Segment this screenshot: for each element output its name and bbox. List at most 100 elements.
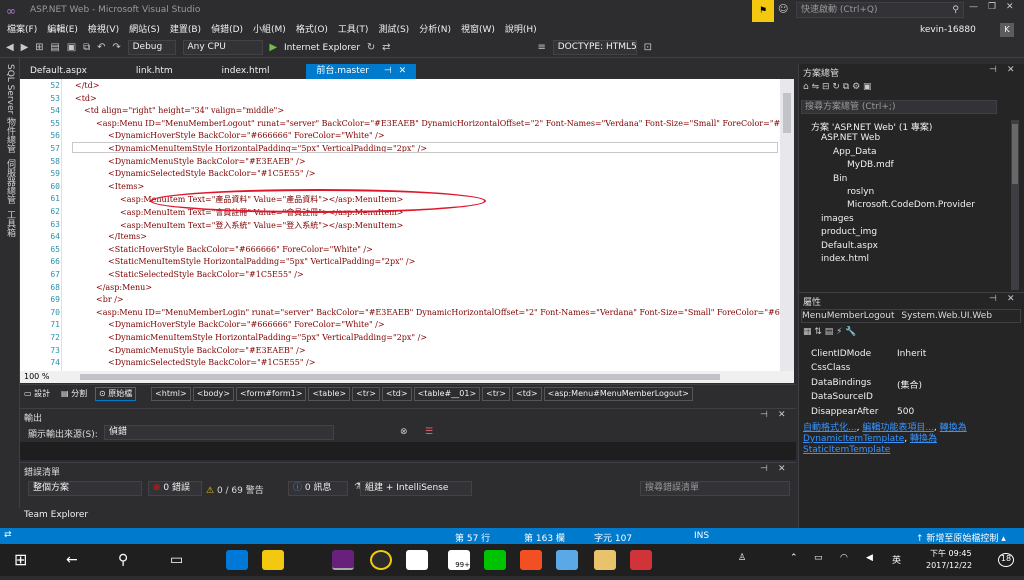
code-line[interactable]: <Items> <box>108 182 144 191</box>
property-value[interactable]: (集合) <box>897 378 922 391</box>
auto-format-link[interactable]: 自動格式化... <box>803 423 857 433</box>
menu-item[interactable]: 檔案(F) <box>2 22 42 38</box>
output-pin-icon[interactable]: ⊣ <box>760 410 768 420</box>
code-line[interactable]: <StaticMenuItemStyle HorizontalPadding="… <box>108 257 415 266</box>
code-line[interactable]: <td> <box>75 94 97 103</box>
props-pin-icon[interactable]: ⊣ <box>989 294 997 304</box>
tree-item[interactable]: Default.aspx <box>821 241 878 251</box>
menu-item[interactable]: 小組(M) <box>248 22 291 38</box>
sync-icon[interactable]: ⇋ <box>812 82 822 92</box>
line-icon[interactable] <box>484 550 506 570</box>
new-project-icon[interactable]: ⊞ <box>35 38 43 58</box>
media-icon[interactable] <box>370 550 392 570</box>
tab-index-html[interactable]: index.html <box>186 64 280 79</box>
code-line[interactable]: <td align="right" height="34" valign="mi… <box>84 106 284 115</box>
forward-icon[interactable]: ▶ <box>21 38 29 58</box>
menu-item[interactable]: 說明(H) <box>500 22 542 38</box>
visual-studio-icon[interactable] <box>332 550 354 570</box>
error-scope-select[interactable]: 整個方案 <box>28 481 142 496</box>
messages-filter-button[interactable]: ⓘ 0 訊息 <box>288 481 348 496</box>
back-arrow-icon[interactable]: ← <box>66 550 88 570</box>
notification-count[interactable]: 18 <box>998 553 1014 567</box>
menu-item[interactable]: 格式(O) <box>291 22 333 38</box>
menu-item[interactable]: 工具(T) <box>333 22 374 38</box>
tree-item[interactable]: 方案 'ASP.NET Web' (1 專案) <box>811 120 932 133</box>
windows-start-icon[interactable]: ⊞ <box>14 550 36 570</box>
photos-icon[interactable] <box>630 550 652 570</box>
toolbox-tab[interactable]: 工具箱 <box>4 210 17 237</box>
view-design-button[interactable]: ▭ 設計 <box>21 388 53 400</box>
tree-item[interactable]: Microsoft.CodeDom.Provider <box>847 200 975 210</box>
format-icon[interactable]: ≡ <box>537 38 545 58</box>
breadcrumb-item[interactable]: <tr> <box>482 387 510 401</box>
code-line[interactable]: </td> <box>75 81 99 90</box>
props-view-icon[interactable]: ▤ <box>825 327 836 337</box>
configuration-select[interactable]: Debug <box>127 40 176 55</box>
error-search-input[interactable]: 搜尋錯誤清單 <box>640 481 790 496</box>
breadcrumb-item[interactable]: <td> <box>381 387 412 401</box>
properties-icon[interactable]: ⚙ <box>852 82 863 92</box>
save-icon[interactable]: ▣ <box>67 38 76 58</box>
tree-item[interactable]: product_img <box>821 227 877 237</box>
solution-pin-icon[interactable]: ⊣ <box>989 65 997 75</box>
ime-indicator[interactable]: 英 <box>892 553 901 566</box>
property-row[interactable]: DataBindings (集合) <box>811 378 993 392</box>
browser-link-icon[interactable]: ⇄ <box>382 38 390 58</box>
solution-scrollbar[interactable] <box>1011 120 1019 290</box>
user-name[interactable]: kevin-16880 <box>920 25 976 35</box>
search-icon[interactable]: ⚲ <box>118 550 140 570</box>
save-all-icon[interactable]: ⧉ <box>83 38 90 58</box>
tab-default-aspx[interactable]: Default.aspx <box>20 64 97 79</box>
errors-filter-button[interactable]: ⊗ 0 錯誤 <box>148 481 202 496</box>
doctype-select[interactable]: DOCTYPE: HTML5 <box>552 40 637 55</box>
network-icon[interactable]: ◠ <box>840 553 848 563</box>
avatar[interactable]: K <box>1000 23 1014 37</box>
menu-item[interactable]: 編輯(E) <box>42 22 83 38</box>
undo-icon[interactable]: ↶ <box>97 38 105 58</box>
tree-item[interactable]: App_Data <box>833 147 877 157</box>
code-editor[interactable]: 52 53 54 55 56 57 58 59 60 61 62 63 64 65 66 67 68 69 70 71… <box>20 79 780 371</box>
close-button[interactable]: ✕ <box>1006 2 1014 12</box>
menu-item[interactable]: 建置(B) <box>165 22 206 38</box>
events-icon[interactable]: ⚡ <box>836 327 845 337</box>
tree-item[interactable]: images <box>821 214 854 224</box>
breadcrumb-item[interactable]: <html> <box>151 387 191 401</box>
solution-close-icon[interactable]: ✕ <box>1007 65 1015 75</box>
warnings-filter-button[interactable]: ⚠ 0 / 69 警告 <box>206 483 264 496</box>
task-view-icon[interactable]: ▭ <box>170 550 192 570</box>
code-line[interactable]: <asp:Menu ID="MenuMemberLogin" runat="se… <box>96 308 780 317</box>
server-explorer-tab[interactable]: 伺服器總管 <box>4 159 17 204</box>
taskbar-date[interactable]: 2017/12/22 <box>926 561 972 570</box>
output-text-area[interactable] <box>20 442 796 460</box>
menu-item[interactable]: 檢視(V) <box>83 22 124 38</box>
game-icon[interactable]: 99+ <box>448 550 470 570</box>
code-line[interactable]: <DynamicSelectedStyle BackColor="#1C5E55… <box>108 169 315 178</box>
platform-select[interactable]: Any CPU <box>182 40 263 55</box>
menu-item[interactable]: 網站(S) <box>124 22 165 38</box>
word-wrap-icon[interactable]: ☰ <box>425 427 433 437</box>
breadcrumb-item[interactable]: <asp:Menu#MenuMemberLogout> <box>543 387 693 401</box>
scroll-thumb[interactable] <box>1012 124 1018 184</box>
edge-icon[interactable] <box>226 550 248 570</box>
breadcrumb-item[interactable]: <body> <box>192 387 234 401</box>
close-icon[interactable]: ✕ <box>399 66 407 76</box>
redo-icon[interactable]: ↷ <box>112 38 120 58</box>
menu-item[interactable]: 偵錯(D) <box>206 22 248 38</box>
tree-item[interactable]: index.html <box>821 254 869 264</box>
code-line[interactable]: <DynamicMenuItemStyle HorizontalPadding=… <box>108 333 427 342</box>
error-close-icon[interactable]: ✕ <box>778 464 786 474</box>
alphabetical-icon[interactable]: ⇅ <box>814 327 824 337</box>
tree-item[interactable]: roslyn <box>847 187 874 197</box>
property-value[interactable]: Inherit <box>897 349 926 359</box>
code-line[interactable]: <DynamicMenuStyle BackColor="#E3EAEB" /> <box>108 157 306 166</box>
object-select[interactable]: MenuMemberLogout System.Web.UI.Web <box>801 309 1021 323</box>
output-close-icon[interactable]: ✕ <box>778 410 786 420</box>
breadcrumb-item[interactable]: <table> <box>308 387 351 401</box>
open-icon[interactable]: ▤ <box>50 38 59 58</box>
refresh-icon[interactable]: ↻ <box>832 82 842 92</box>
breadcrumb-item[interactable]: <form#form1> <box>235 387 307 401</box>
layout-icon[interactable]: ⊡ <box>644 38 652 58</box>
code-line[interactable]: <asp:MenuItem Text="登入系統" Value="登入系統"><… <box>120 220 403 231</box>
tree-item[interactable]: Bin <box>833 174 847 184</box>
google-icon[interactable] <box>406 550 428 570</box>
